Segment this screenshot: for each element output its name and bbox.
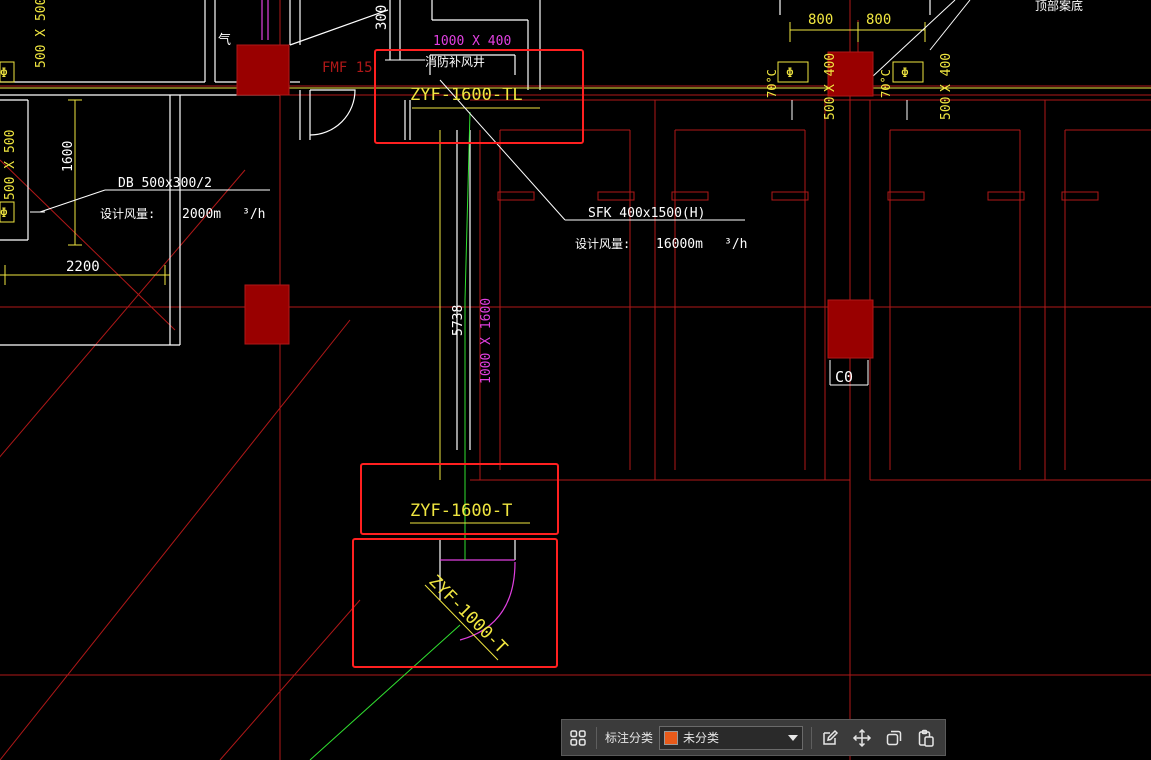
- shaft-label: 消防补风井: [425, 54, 485, 69]
- edit-icon: [823, 729, 839, 745]
- annotation-toolbar: 标注分类 未分类: [561, 719, 946, 756]
- svg-text:Φ: Φ: [786, 66, 794, 81]
- db-flow-value: 2000m: [182, 207, 221, 222]
- edit-button[interactable]: [814, 723, 846, 753]
- db-flow-label: 设计风量:: [100, 207, 155, 221]
- zyf-top-label: ZYF-1600-TL: [410, 85, 523, 105]
- dim-5738: 5738: [451, 305, 466, 336]
- duct-centerline: [309, 111, 471, 760]
- dim-300: 300: [374, 5, 390, 30]
- move-button[interactable]: [846, 723, 878, 753]
- svg-text:Φ: Φ: [0, 206, 8, 221]
- svg-text:Φ: Φ: [0, 66, 8, 81]
- duct-size-top: 1000 X 400: [433, 34, 511, 49]
- db-flow-unit: ³/h: [242, 207, 265, 222]
- dim-500x500-left: 500 X 500: [3, 130, 18, 200]
- fmf-label: FMF 15: [322, 60, 373, 76]
- group-button[interactable]: [562, 723, 594, 753]
- svg-text:Φ: Φ: [901, 66, 909, 81]
- dim-x400-b: X 400: [939, 53, 954, 92]
- db-label: DB 500x300/2: [118, 176, 212, 191]
- temp-70-a: 70°C: [765, 69, 779, 98]
- highlight-boxes[interactable]: [352, 49, 584, 668]
- dim-500x500-top-left: 500 X 500: [34, 0, 49, 68]
- grid-icon: [570, 729, 586, 746]
- sfk-flow-label: 设计风量:: [575, 237, 630, 251]
- toolbar-divider: [596, 726, 597, 749]
- category-select[interactable]: 未分类: [659, 725, 804, 750]
- dim-x400-a: X 400: [823, 53, 838, 92]
- copy-button[interactable]: [878, 723, 910, 753]
- zyf-mid-label: ZYF-1600-T: [410, 501, 512, 521]
- dim-500-a: 500: [823, 97, 838, 120]
- cad-drawing[interactable]: Φ Φ Φ Φ 800 800 顶部案底 300 500 X 500 500 X…: [0, 0, 1151, 760]
- top-right-text: 顶部案底: [1035, 0, 1083, 13]
- copy-icon: [886, 730, 902, 745]
- sfk-flow-value: 16000m: [656, 237, 703, 252]
- qi-label: 气: [218, 32, 231, 48]
- c0-label: C0: [835, 368, 853, 386]
- toolbar-divider: [811, 726, 813, 749]
- category-color-swatch: [664, 730, 679, 745]
- sfk-flow-unit: ³/h: [724, 237, 747, 252]
- dim-800-right: 800: [866, 12, 891, 28]
- paste-button[interactable]: [910, 723, 942, 753]
- sfk-label: SFK 400x1500(H): [588, 206, 705, 221]
- move-icon: [852, 728, 872, 747]
- grid-lines: [0, 0, 1151, 760]
- duct-size-vertical: 1000 X 1600: [479, 298, 494, 384]
- dim-1600: 1600: [61, 141, 76, 172]
- category-label: 标注分类: [605, 731, 654, 745]
- dimension-lines: Φ Φ Φ Φ: [0, 22, 1151, 661]
- dim-2200: 2200: [66, 259, 100, 275]
- cad-canvas[interactable]: Φ Φ Φ Φ 800 800 顶部案底 300 500 X 500 500 X…: [0, 0, 1151, 760]
- temp-70-b: 70°C: [879, 69, 893, 98]
- dim-500-b: 500: [939, 97, 954, 120]
- paste-icon: [918, 729, 934, 747]
- category-select-value: 未分类: [683, 731, 720, 745]
- dim-800-left: 800: [808, 12, 833, 28]
- chevron-down-icon: [788, 734, 799, 741]
